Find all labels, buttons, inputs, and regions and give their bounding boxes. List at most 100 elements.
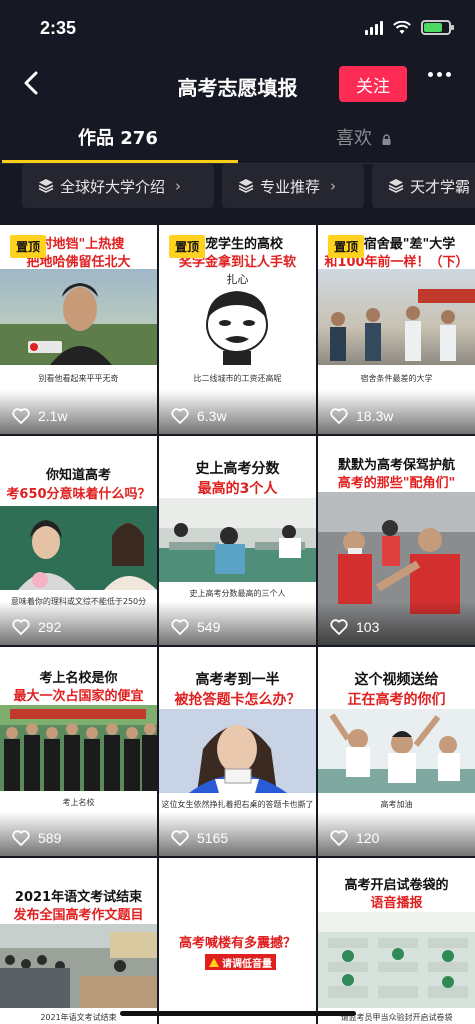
like-count: 103 (330, 619, 379, 635)
chip-label: 天才学霸 (410, 177, 471, 196)
video-card[interactable]: 这个视频送给 正在高考的你们 高考加油 120 (318, 647, 475, 856)
follow-button[interactable]: 关注 (339, 66, 407, 102)
video-caption: 宿舍条件最差的大学 (360, 374, 433, 383)
like-count: 589 (12, 830, 61, 846)
like-count-value: 5165 (197, 830, 229, 846)
video-card[interactable]: 最宠学生的高校 奖学金拿到让人手软 扎心 比二线城市的工资还高呢 置顶 6.3w (159, 225, 316, 434)
heart-icon (12, 619, 30, 635)
video-caption: 这位女生依然挣扎着把右桌的答题卡也撕了 (161, 800, 314, 809)
video-title-line1: 你知道高考 (45, 468, 111, 483)
video-title-line1: 这个视频送给 (354, 672, 439, 688)
video-thumbnail (159, 709, 316, 793)
wifi-icon (393, 20, 411, 34)
like-count-value: 549 (197, 619, 221, 635)
pinned-badge: 置顶 (328, 235, 365, 258)
like-count-value: 120 (356, 830, 380, 846)
video-title-line2: 发布全国高考作文题目 (13, 908, 144, 923)
video-thumbnail (318, 709, 475, 793)
like-count-value: 103 (356, 619, 380, 635)
video-title-line1: 2021年语文考试结束 (14, 890, 143, 905)
warning-icon (209, 957, 219, 967)
volume-warning-text: 请调低音量 (222, 958, 272, 970)
video-thumbnail (318, 269, 475, 365)
heart-icon (171, 408, 189, 424)
like-count: 18.3w (330, 408, 393, 424)
video-title-line2: 被抢答题卡怎么办？ (174, 692, 301, 708)
tab-likes-label: 喜欢 (336, 128, 372, 149)
status-icons (365, 20, 454, 35)
more-options-icon[interactable] (428, 72, 451, 77)
video-card[interactable]: 高考喊楼有多震撼？ 请调低音量 (159, 858, 316, 1024)
video-title-line1: 高考开启试卷袋的 (344, 878, 449, 893)
video-title-line2: 正在高考的你们 (347, 692, 446, 708)
like-count-value: 292 (38, 619, 62, 635)
chevron-right-icon: › (175, 177, 182, 195)
chip-global-universities[interactable]: 全球好大学介绍 › (22, 164, 214, 208)
cellular-signal-icon (365, 20, 383, 35)
pinned-badge: 置顶 (10, 235, 47, 258)
video-caption: 高考加油 (380, 800, 413, 809)
video-thumbnail (159, 498, 316, 582)
video-card[interactable]: 2021年语文考试结束 发布全国高考作文题目 2021年语文考试结束 (0, 858, 157, 1024)
video-card[interactable]: 你知道高考 考650分意味着什么吗？ 意味着你的理科或文综不能低于250分 29… (0, 436, 157, 645)
video-thumbnail: 扎心 (159, 269, 316, 365)
video-card[interactable]: 国内宿舍最"差"大学 和100年前一样！（下） 宿舍条件最差的大学 置顶 18.… (318, 225, 475, 434)
tab-likes[interactable]: 喜欢 (336, 124, 391, 150)
collection-icon (38, 179, 54, 193)
chip-label: 专业推荐 (260, 177, 321, 196)
tab-works-label: 作品 276 (78, 128, 158, 149)
lock-icon (382, 134, 391, 145)
collection-icon (388, 179, 404, 193)
like-count: 5165 (171, 830, 228, 846)
video-caption: 比二线城市的工资还高呢 (193, 374, 282, 383)
video-title-line2: 最大一次占国家的便宜 (13, 689, 144, 704)
like-count: 6.3w (171, 408, 227, 424)
like-count-value: 589 (38, 830, 62, 846)
video-card[interactable]: 高考考到一半 被抢答题卡怎么办？ 这位女生依然挣扎着把右桌的答题卡也撕了 516… (159, 647, 316, 856)
collection-icon (238, 179, 254, 193)
video-title-line2: 考650分意味着什么吗？ (6, 487, 151, 502)
home-indicator (120, 1011, 356, 1016)
chevron-right-icon: › (330, 177, 337, 195)
video-thumbnail (0, 924, 157, 1008)
video-card[interactable]: 考上名校是你 最大一次占国家的便宜 考上名校 589 (0, 647, 157, 856)
video-caption: 别看他看起来平平无奇 (38, 374, 119, 383)
video-thumbnail (0, 269, 157, 365)
meme-text: 扎心 (226, 273, 249, 286)
video-card[interactable]: "村地铛"上热搜 把地哈佛留任北大 别看他看起来平平无奇 置顶 2.1w (0, 225, 157, 434)
like-count-value: 2.1w (38, 408, 68, 424)
video-title-line2: 语音播报 (370, 896, 423, 911)
video-title-line2: 高考喊楼有多震撼？ (178, 936, 296, 951)
video-title-line2: 最高的3个人 (197, 481, 278, 497)
video-card[interactable]: 高考开启试卷袋的 语音播报 请监考员甲当众验封开启试卷袋 (318, 858, 475, 1024)
video-title-line1: 默默为高考保驾护航 (337, 458, 455, 473)
heart-icon (12, 830, 30, 846)
collection-chips: 全球好大学介绍 › 专业推荐 › 天才学霸 (0, 164, 475, 224)
video-title-line1: 史上高考分数 (195, 461, 280, 477)
heart-icon (330, 830, 348, 846)
like-count: 2.1w (12, 408, 68, 424)
volume-warning-badge: 请调低音量 (205, 954, 276, 970)
heart-icon (330, 619, 348, 635)
profile-tabs: 作品 276 喜欢 (0, 114, 475, 164)
like-count: 549 (171, 619, 220, 635)
chip-genius-students[interactable]: 天才学霸 (372, 164, 475, 208)
heart-icon (12, 408, 30, 424)
video-caption: 史上高考分数最高的三个人 (189, 589, 286, 598)
like-count: 120 (330, 830, 379, 846)
like-count-value: 18.3w (356, 408, 394, 424)
video-title-line2: 高考的那些"配角们" (337, 476, 456, 491)
video-title-line1: 考上名校是你 (39, 671, 118, 686)
video-caption: 考上名校 (62, 798, 95, 807)
video-card[interactable]: 史上高考分数 最高的3个人 史上高考分数最高的三个人 549 (159, 436, 316, 645)
chip-major-recommend[interactable]: 专业推荐 › (222, 164, 364, 208)
video-card[interactable]: 默默为高考保驾护航 高考的那些"配角们" 103 (318, 436, 475, 645)
battery-icon (421, 20, 454, 35)
like-count-value: 6.3w (197, 408, 227, 424)
video-title-line1: 高考考到一半 (195, 672, 280, 688)
video-thumbnail (318, 912, 475, 1008)
chip-label: 全球好大学介绍 (60, 177, 166, 196)
tab-works[interactable]: 作品 276 (78, 124, 158, 150)
nav-bar: 高考志愿填报 关注 (0, 58, 475, 114)
heart-icon (330, 408, 348, 424)
